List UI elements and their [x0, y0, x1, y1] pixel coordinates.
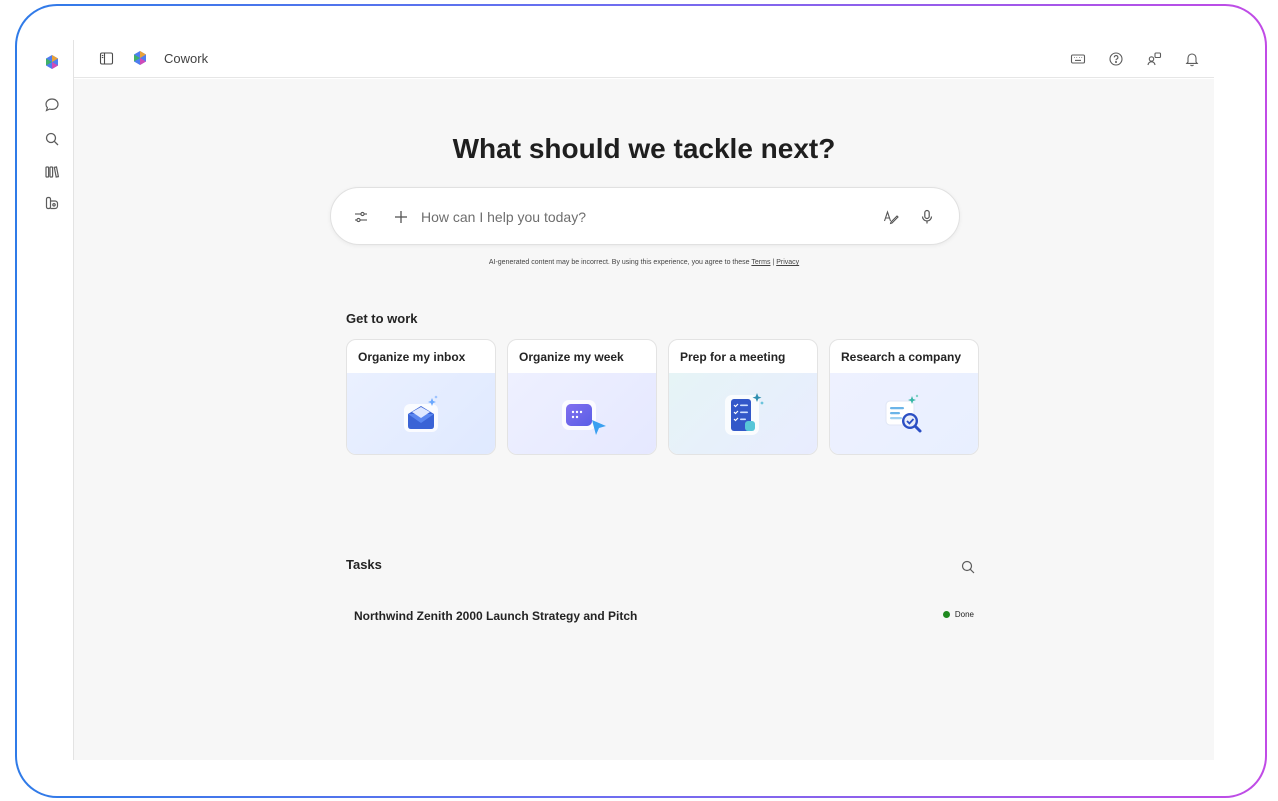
prompt-box — [330, 187, 960, 245]
settings-sliders-icon[interactable] — [349, 205, 373, 229]
disclaimer-text: AI-generated content may be incorrect. B… — [488, 259, 750, 266]
suggestion-cards: Organize my inbox Organize my week Prep … — [346, 339, 979, 455]
card-title: Prep for a meeting — [680, 350, 786, 364]
tasks-heading: Tasks — [346, 557, 382, 572]
search-icon[interactable] — [40, 127, 64, 151]
card-title: Research a company — [841, 350, 962, 364]
status-badge: Done — [942, 610, 974, 619]
chat-icon[interactable] — [40, 93, 64, 117]
card-research-company[interactable]: Research a company — [829, 339, 979, 455]
left-rail — [36, 48, 76, 758]
copilot-logo-icon — [128, 46, 152, 70]
prompt-input[interactable] — [421, 204, 861, 230]
card-organize-week[interactable]: Organize my week — [507, 339, 657, 455]
help-icon[interactable] — [1104, 47, 1128, 71]
envelope-icon — [347, 373, 495, 454]
card-organize-inbox[interactable]: Organize my inbox — [346, 339, 496, 455]
card-prep-meeting[interactable]: Prep for a meeting — [668, 339, 818, 455]
bell-icon[interactable] — [1180, 47, 1204, 71]
main-content: What should we tackle next? How can I he… — [74, 79, 1214, 760]
library-icon[interactable] — [40, 160, 64, 184]
copilot-logo-icon[interactable] — [40, 50, 64, 74]
task-row[interactable]: Northwind Zenith 2000 Launch Strategy an… — [346, 604, 976, 628]
checklist-icon — [669, 373, 817, 454]
agents-icon[interactable] — [40, 191, 64, 215]
status-dot — [942, 611, 950, 618]
status-label: Done — [954, 610, 974, 619]
people-icon[interactable] — [1142, 47, 1166, 71]
task-title: Northwind Zenith 2000 Launch Strategy an… — [354, 609, 638, 623]
top-bar: Cowork — [74, 40, 1214, 78]
card-title: Organize my inbox — [358, 350, 466, 364]
app-title: Cowork — [164, 50, 209, 66]
writing-style-icon[interactable] — [879, 205, 903, 229]
tasks-search-icon[interactable] — [956, 555, 980, 579]
sidebar-toggle-icon[interactable] — [94, 46, 118, 70]
microphone-icon[interactable] — [915, 205, 939, 229]
keyboard-icon[interactable] — [1066, 47, 1090, 71]
get-to-work-heading: Get to work — [346, 311, 418, 326]
calendar-cursor-icon — [508, 373, 656, 454]
terms-link[interactable]: Terms — [751, 259, 770, 266]
add-attachment-icon[interactable] — [389, 205, 413, 229]
page-title: What should we tackle next? — [452, 133, 836, 164]
disclaimer-separator: | — [772, 259, 775, 266]
document-magnifier-icon — [830, 373, 978, 454]
disclaimer: AI-generated content may be incorrect. B… — [74, 259, 1214, 266]
privacy-link[interactable]: Privacy — [776, 259, 799, 266]
card-title: Organize my week — [519, 350, 624, 364]
